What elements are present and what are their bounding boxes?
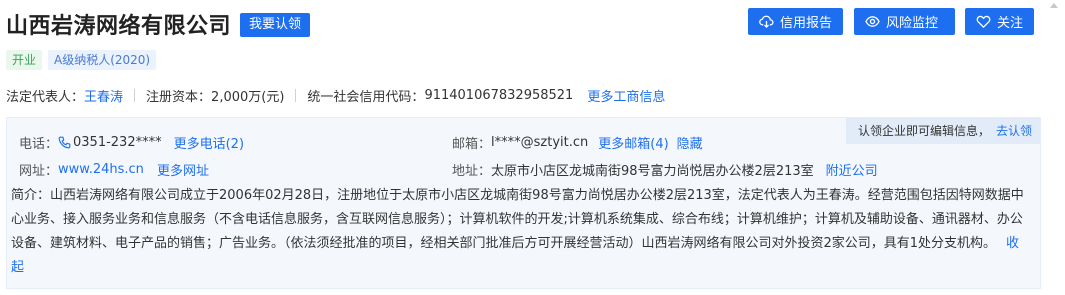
credit-code-value: 911401067832958521 (424, 88, 574, 103)
eye-icon (865, 16, 880, 27)
website-label: 网址： (19, 164, 59, 179)
credit-report-label: 信用报告 (780, 16, 833, 31)
intro-text: 山西岩涛网络有限公司成立于2006年02月28日，注册地位于太原市小店区龙城南街… (11, 188, 1024, 251)
more-websites-link[interactable]: 更多网址 (157, 160, 209, 179)
address-label: 地址： (452, 164, 492, 179)
company-name: 山西岩涛网络有限公司 (6, 14, 232, 39)
more-business-info-link[interactable]: 更多工商信息 (587, 86, 665, 105)
address-field: 地址： 太原市小店区龙城南街98号富力尚悦居办公楼2层213室 附近公司 (452, 160, 878, 179)
address-value: 太原市小店区龙城南街98号富力尚悦居办公楼2层213室 (491, 164, 814, 179)
registration-row: 法定代表人： 王春涛 注册资本： 2,000万(元) 统一社会信用代码： 911… (6, 86, 665, 105)
cloud-download-icon (759, 15, 774, 29)
legal-rep-label: 法定代表人： (6, 90, 85, 105)
follow-button[interactable]: 关注 (965, 8, 1034, 35)
email-field: 邮箱： l****@sztyit.cn 更多邮箱(4) 隐藏 (452, 133, 703, 152)
legal-rep-link[interactable]: 王春涛 (84, 86, 123, 105)
claim-tip-text: 认领企业即可编辑信息， (857, 124, 990, 138)
website-link[interactable]: www.24hs.cn (58, 162, 144, 177)
phone-field: 电话： 0351-232**** 更多电话(2) (19, 133, 244, 152)
more-emails-link[interactable]: 更多邮箱(4) (598, 133, 668, 152)
credit-code-label: 统一社会信用代码： (307, 90, 425, 105)
risk-monitor-label: 风险监控 (886, 16, 939, 31)
scroll-up-arrow-icon[interactable] (1049, 2, 1059, 14)
website-field: 网址： www.24hs.cn 更多网址 (19, 160, 209, 179)
phone-icon (58, 136, 71, 149)
claim-link[interactable]: 去认领 (996, 124, 1032, 138)
nearby-companies-link[interactable]: 附近公司 (826, 160, 878, 179)
divider (295, 89, 297, 102)
claim-tip: 认领企业即可编辑信息， 去认领 (845, 118, 1040, 144)
phone-label: 电话： (19, 137, 59, 152)
credit-report-button[interactable]: 信用报告 (748, 8, 843, 35)
status-badge: 开业 (6, 50, 43, 70)
capital-value: 2,000万(元) (211, 90, 285, 105)
phone-value: 0351-232**** (73, 135, 162, 150)
intro-label: 简介： (11, 188, 51, 203)
more-phones-link[interactable]: 更多电话(2) (174, 133, 244, 152)
company-intro: 简介：山西岩涛网络有限公司成立于2006年02月28日，注册地位于太原市小店区龙… (11, 184, 1031, 280)
follow-label: 关注 (997, 16, 1024, 31)
claim-company-button[interactable]: 我要认领 (240, 13, 311, 37)
email-label: 邮箱： (452, 137, 492, 152)
email-value: l****@sztyit.cn (491, 135, 589, 150)
hide-email-link[interactable]: 隐藏 (677, 133, 703, 152)
tax-rating-badge: A级纳税人(2020) (48, 50, 157, 70)
divider (134, 89, 136, 102)
risk-monitor-button[interactable]: 风险监控 (854, 8, 955, 35)
capital-label: 注册资本： (146, 90, 212, 105)
heart-icon (976, 15, 991, 29)
